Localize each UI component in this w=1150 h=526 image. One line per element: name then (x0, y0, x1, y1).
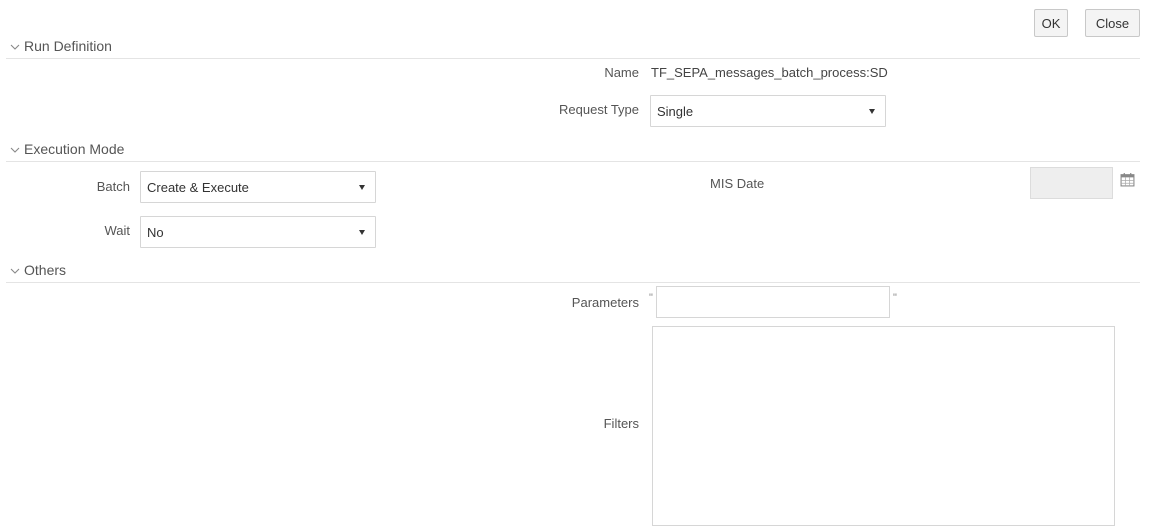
request-type-select[interactable]: Single (650, 95, 886, 127)
ok-button[interactable]: OK (1034, 9, 1068, 37)
request-type-selected: Single (657, 104, 694, 119)
name-value: TF_SEPA_messages_batch_process:SD (651, 65, 888, 80)
section-title: Execution Mode (24, 141, 125, 157)
parameters-quote-open: " (649, 292, 653, 304)
close-button[interactable]: Close (1085, 9, 1140, 37)
batch-select[interactable]: Create & Execute (140, 171, 376, 203)
section-others[interactable]: Others (6, 262, 1140, 283)
dropdown-caret-icon (359, 230, 365, 235)
batch-selected: Create & Execute (147, 180, 249, 195)
parameters-quote-close: " (893, 292, 897, 304)
parameters-label: Parameters (571, 295, 639, 310)
filters-textarea[interactable] (652, 326, 1115, 526)
wait-selected: No (147, 225, 164, 240)
batch-label: Batch (96, 179, 130, 194)
chevron-down-icon (10, 147, 20, 153)
section-title: Run Definition (24, 38, 112, 54)
dropdown-caret-icon (359, 185, 365, 190)
dropdown-caret-icon (869, 109, 875, 114)
parameters-input[interactable] (656, 286, 890, 318)
wait-select[interactable]: No (140, 216, 376, 248)
filters-label: Filters (603, 416, 639, 431)
section-title: Others (24, 262, 67, 278)
chevron-down-icon (10, 268, 20, 274)
calendar-icon[interactable] (1120, 172, 1135, 187)
name-label: Name (604, 65, 639, 80)
chevron-down-icon (10, 44, 20, 50)
section-run-definition[interactable]: Run Definition (6, 38, 1140, 59)
request-type-label: Request Type (559, 102, 639, 117)
mis-date-input[interactable] (1030, 167, 1113, 199)
section-execution-mode[interactable]: Execution Mode (6, 141, 1140, 162)
wait-label: Wait (104, 223, 130, 238)
mis-date-label: MIS Date (710, 176, 765, 191)
